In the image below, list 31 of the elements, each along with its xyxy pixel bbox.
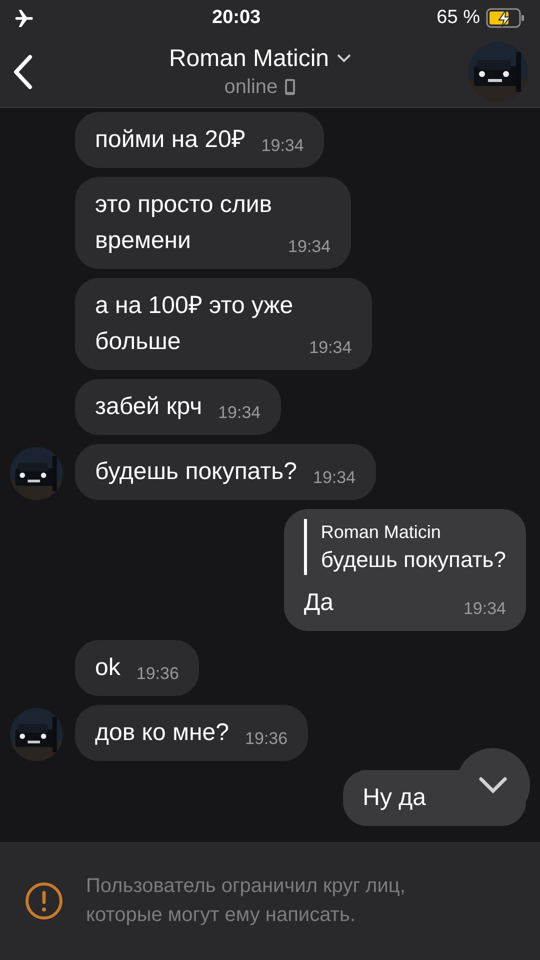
chevron-down-icon: [337, 54, 352, 63]
restriction-notice: Пользователь ограничил круг лиц, которые могут ему написать.: [86, 874, 406, 928]
message-text: дов ко мне?: [95, 718, 230, 748]
message-text: Да: [304, 588, 334, 618]
chevron-down-icon: [478, 776, 508, 794]
message-time: 19:36: [245, 728, 288, 750]
quote-text: будешь покупать?: [320, 546, 506, 574]
phone-icon: [284, 78, 296, 96]
message-time: 19:36: [136, 663, 179, 685]
warning-icon: [24, 881, 64, 921]
battery-charging-icon: [486, 8, 526, 28]
message-text: забей крч: [95, 392, 202, 422]
message-time: 19:34: [261, 135, 304, 157]
message-text: ok: [95, 653, 120, 683]
message-text: это просто слив времени: [95, 190, 272, 256]
back-icon: [12, 54, 34, 90]
airplane-icon: [14, 9, 36, 27]
message-text: а на 100₽ это уже больше: [95, 291, 294, 357]
message-time: 19:34: [288, 236, 331, 258]
contact-status: online: [224, 74, 278, 100]
message-time: 19:34: [312, 467, 356, 489]
message-time: 19:34: [463, 598, 506, 620]
message-text: Ну да: [362, 783, 426, 813]
message-text: будешь покупать?: [95, 457, 297, 487]
message-time: 19:34: [309, 337, 352, 359]
message-time: 19:34: [218, 402, 261, 424]
quote-author: Roman Maticin: [320, 521, 442, 544]
contact-name[interactable]: Roman Maticin: [168, 44, 330, 74]
clock-time: 20:03: [212, 6, 261, 30]
message-text: пойми на 20₽: [95, 125, 246, 155]
battery-percent: 65 %: [436, 6, 480, 30]
